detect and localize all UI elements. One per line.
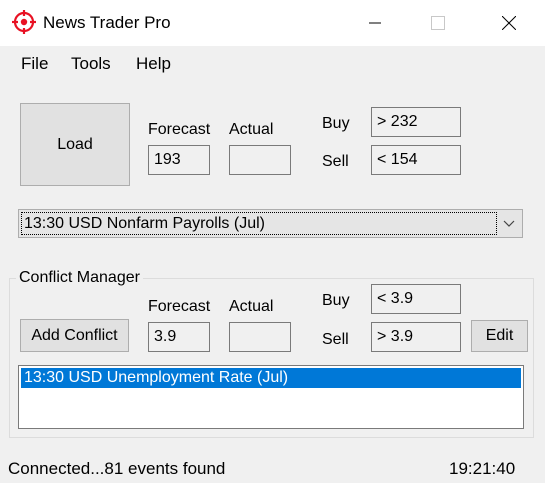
conflict-actual-label: Actual <box>229 298 274 315</box>
conflict-actual-field[interactable] <box>229 322 291 352</box>
buy-label: Buy <box>322 115 350 132</box>
conflict-list[interactable]: 13:30 USD Unemployment Rate (Jul) <box>18 365 524 429</box>
add-conflict-button[interactable]: Add Conflict <box>20 319 129 352</box>
maximize-button[interactable] <box>415 0 461 46</box>
dropdown-arrow[interactable] <box>496 210 522 237</box>
status-time: 19:21:40 <box>449 459 516 478</box>
forecast-field[interactable]: 193 <box>148 145 210 175</box>
edit-button[interactable]: Edit <box>471 320 528 352</box>
forecast-label: Forecast <box>148 121 211 138</box>
actual-field[interactable] <box>229 145 291 175</box>
conflict-buy-field[interactable]: < 3.9 <box>371 284 461 314</box>
conflict-sell-label: Sell <box>322 331 349 348</box>
conflict-forecast-label: Forecast <box>148 298 211 315</box>
window-title: News Trader Pro <box>43 13 171 32</box>
maximize-icon <box>431 16 445 30</box>
minimize-icon <box>369 22 381 24</box>
sell-field[interactable]: < 154 <box>371 145 461 175</box>
list-item[interactable]: 13:30 USD Unemployment Rate (Jul) <box>21 368 521 388</box>
actual-label: Actual <box>229 121 274 138</box>
conflict-forecast-field[interactable]: 3.9 <box>148 322 210 352</box>
conflict-buy-label: Buy <box>322 292 350 309</box>
load-button[interactable]: Load <box>20 103 130 186</box>
conflict-sell-field[interactable]: > 3.9 <box>371 322 461 352</box>
event-dropdown-value: 13:30 USD Nonfarm Payrolls (Jul) <box>21 212 497 235</box>
close-icon <box>502 16 516 30</box>
conflict-manager-title: Conflict Manager <box>16 269 143 287</box>
close-button[interactable] <box>486 0 532 46</box>
buy-field[interactable]: > 232 <box>371 107 461 137</box>
crosshair-icon <box>12 10 36 34</box>
event-dropdown[interactable]: 13:30 USD Nonfarm Payrolls (Jul) <box>18 209 523 238</box>
minimize-button[interactable] <box>352 0 398 46</box>
chevron-down-icon <box>503 220 515 227</box>
status-message: Connected...81 events found <box>8 459 226 478</box>
sell-label: Sell <box>322 153 349 170</box>
menu-file[interactable]: File <box>21 54 48 74</box>
menu-tools[interactable]: Tools <box>71 54 111 74</box>
menu-help[interactable]: Help <box>136 54 171 74</box>
